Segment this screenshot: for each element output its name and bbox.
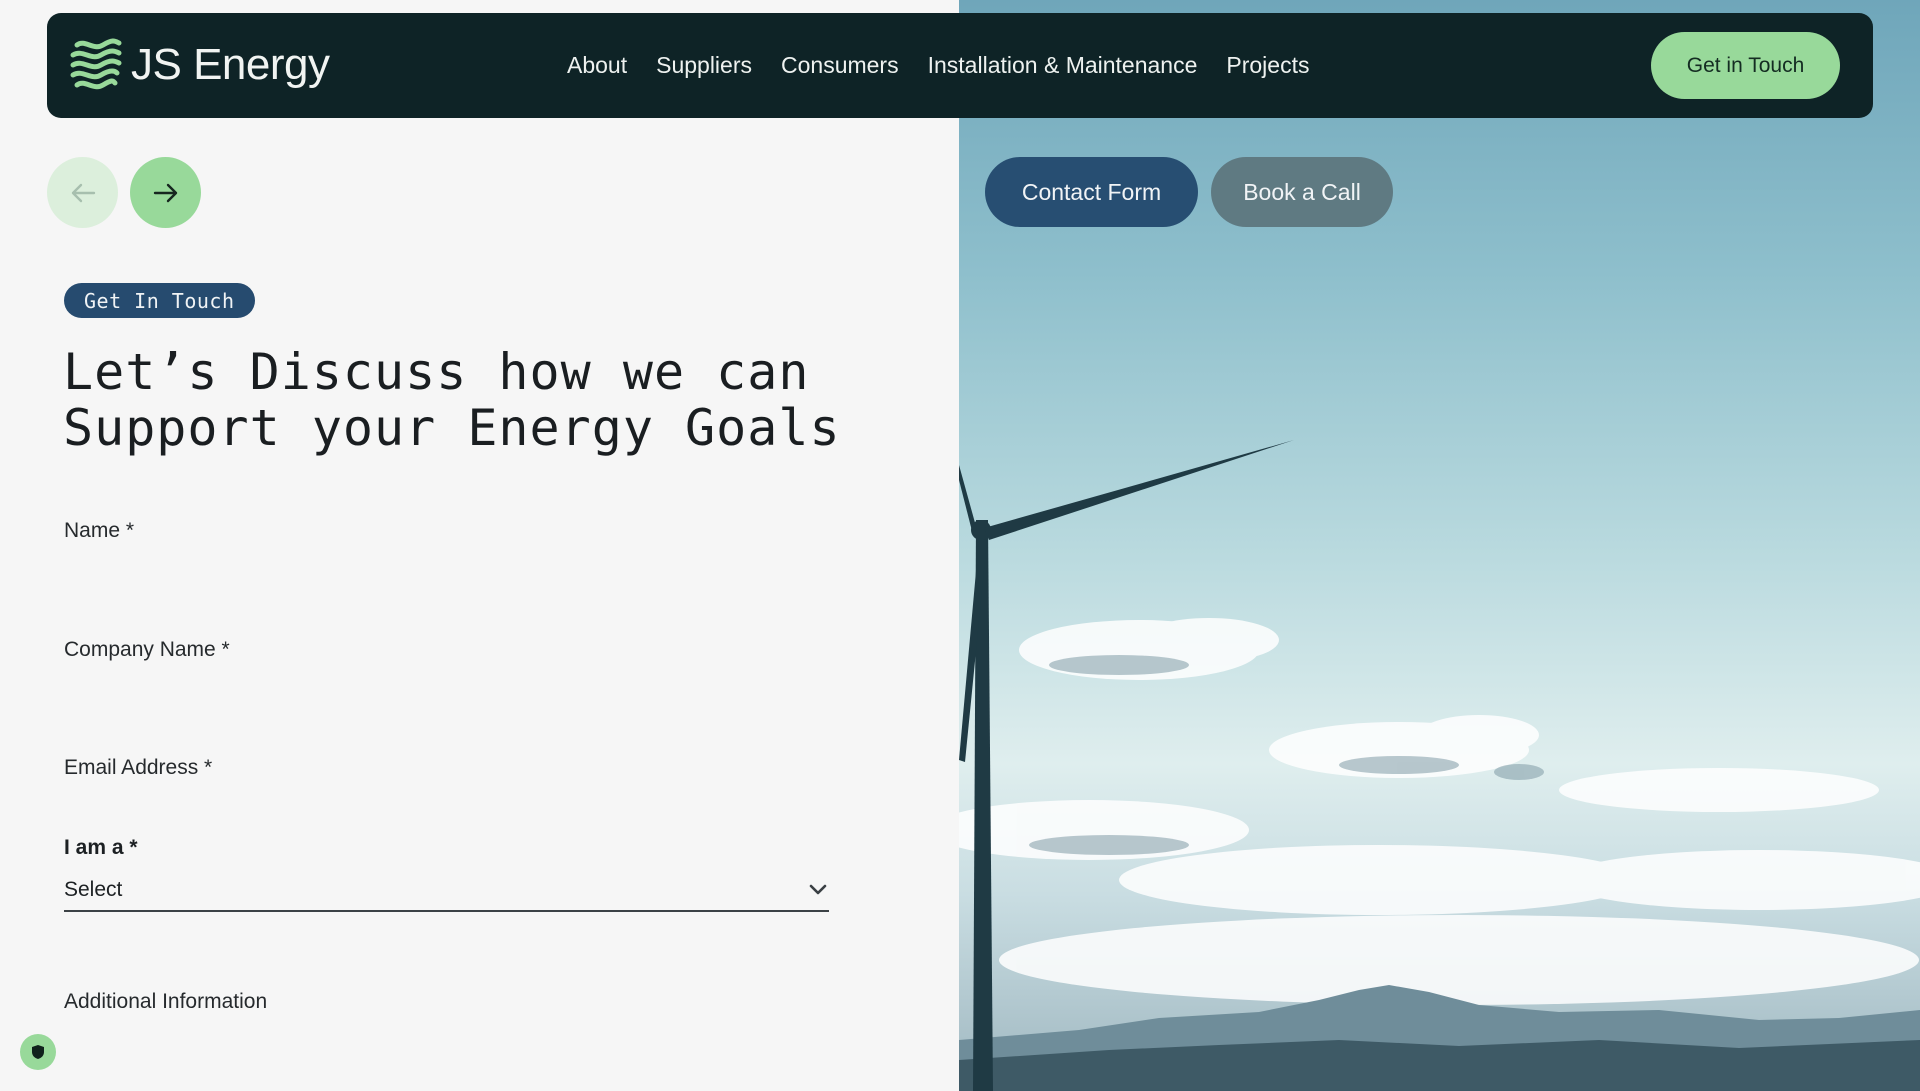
additional-info-label: Additional Information: [64, 990, 268, 1013]
page-title-line-2: Support your Energy Goals: [63, 399, 841, 457]
role-select-value: Select: [64, 878, 123, 901]
site-header: JS Energy About Suppliers Consumers Inst…: [47, 13, 1873, 118]
page-title: Let’s Discuss how we can Support your En…: [63, 344, 903, 456]
nav-item-projects[interactable]: Projects: [1226, 52, 1309, 79]
company-field-label: Company Name *: [64, 638, 230, 661]
slider-prev-button[interactable]: [47, 157, 118, 228]
nav-item-about[interactable]: About: [567, 52, 627, 79]
brand-logo[interactable]: JS Energy: [69, 37, 330, 93]
role-field-label: I am a *: [64, 836, 138, 859]
tab-book-a-call[interactable]: Book a Call: [1211, 157, 1393, 227]
company-name-field[interactable]: [64, 675, 828, 711]
section-tag: Get In Touch: [64, 283, 255, 318]
tab-contact-form[interactable]: Contact Form: [985, 157, 1198, 227]
page-title-line-1: Let’s Discuss how we can: [63, 343, 810, 401]
nav-item-suppliers[interactable]: Suppliers: [656, 52, 752, 79]
arrow-right-icon: [153, 183, 177, 202]
brand-name: JS Energy: [131, 40, 330, 89]
main-nav: About Suppliers Consumers Installation &…: [567, 13, 1309, 118]
role-select[interactable]: Select: [64, 870, 829, 912]
name-field[interactable]: [64, 556, 828, 592]
shield-icon: [32, 1045, 44, 1059]
arrow-left-icon: [71, 183, 95, 202]
nav-item-installation-maintenance[interactable]: Installation & Maintenance: [928, 52, 1198, 79]
chevron-down-icon: [809, 884, 827, 895]
js-energy-logo-icon: [70, 38, 122, 90]
email-field-label: Email Address *: [64, 756, 213, 779]
nav-item-consumers[interactable]: Consumers: [781, 52, 899, 79]
get-in-touch-button[interactable]: Get in Touch: [1651, 32, 1840, 99]
privacy-badge[interactable]: [20, 1034, 56, 1070]
email-field[interactable]: [64, 790, 828, 826]
name-field-label: Name *: [64, 519, 135, 542]
slider-next-button[interactable]: [130, 157, 201, 228]
